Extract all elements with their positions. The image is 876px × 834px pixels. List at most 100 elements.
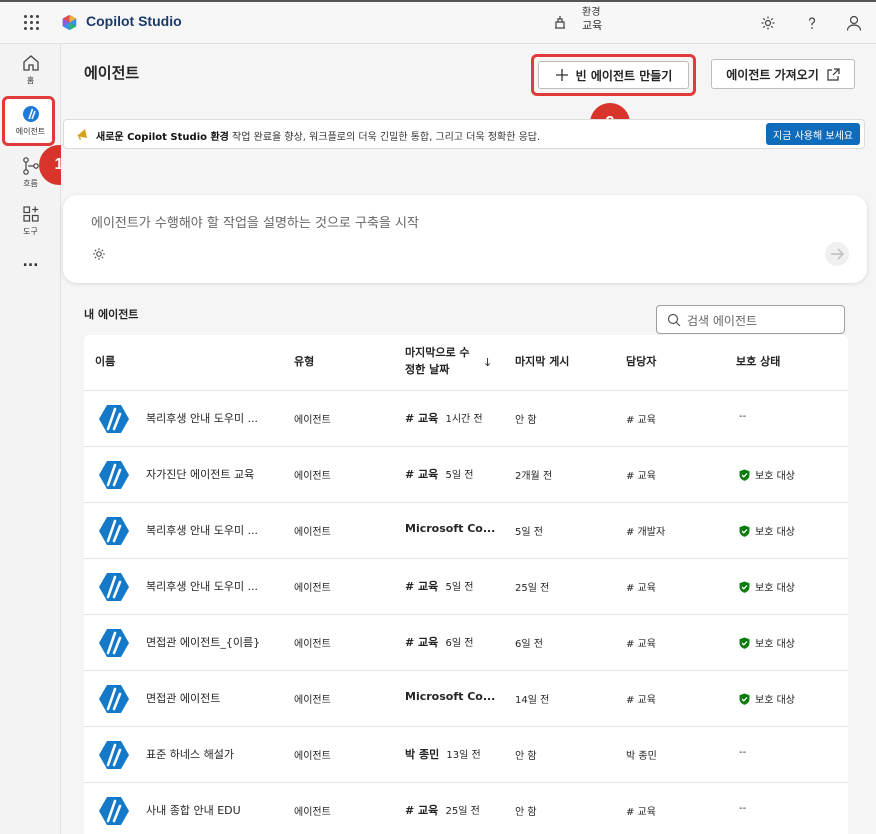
table-row-6[interactable]: 면접관 에이전트 에이전트 Microsoft Co... 14일 전 # 교육…: [84, 670, 848, 726]
agent-type: 에이전트: [294, 583, 331, 594]
table-row-7[interactable]: 표준 하네스 해설가 에이전트 박 종민 13일 전 안 함 박 종민 --: [84, 726, 848, 782]
agent-modified-time: 5일 전: [445, 470, 474, 481]
column-header-protection[interactable]: 보호 상태: [736, 353, 780, 370]
agent-owner: # 교육: [626, 807, 656, 818]
new-agent-button[interactable]: 빈 에이전트 만들기: [538, 61, 689, 89]
agent-name-link[interactable]: 표준 하네스 해설가: [146, 746, 234, 762]
agent-modified-by: # 교육: [405, 804, 439, 817]
agent-protection: 보호 대상: [739, 691, 795, 706]
column-header-published[interactable]: 마지막 게시: [515, 353, 569, 370]
table-row-8[interactable]: 사내 종합 안내 EDU 에이전트 # 교육 25일 전 안 함 # 교육 --: [84, 782, 848, 834]
protection-label: 보호 대상: [755, 527, 795, 538]
agent-avatar-icon: [99, 405, 129, 433]
agent-prompt-box[interactable]: 에이전트가 수행해야 할 작업을 설명하는 것으로 구축을 시작: [63, 195, 867, 283]
main-content: 에이전트 빈 에이전트 만들기 에이전트 가져오기 2 새로운 Copilot …: [61, 44, 876, 834]
settings-icon[interactable]: [91, 246, 107, 262]
agent-avatar-icon: [99, 741, 129, 769]
column-header-name[interactable]: 이름: [95, 353, 115, 370]
agent-modified-time: 13일 전: [446, 750, 481, 761]
gear-icon[interactable]: [759, 14, 777, 32]
agent-owner: # 교육: [626, 695, 656, 706]
agent-modified-time: 25일 전: [445, 806, 480, 817]
protection-label: 보호 대상: [755, 471, 795, 482]
megaphone-icon: [77, 129, 87, 140]
column-header-owner[interactable]: 담당자: [626, 353, 656, 370]
agent-avatar-icon: [99, 517, 129, 545]
search-agents-input[interactable]: 검색 에이전트: [656, 305, 845, 334]
table-row-3[interactable]: 복리후생 안내 도우미 ... 에이전트 Microsoft Co... 5일 …: [84, 502, 848, 558]
agent-avatar-icon: [99, 461, 129, 489]
agent-modified-by: # 교육: [405, 468, 439, 481]
rail-more-button[interactable]: ...: [0, 254, 61, 270]
agent-name-link[interactable]: 복리후생 안내 도우미 ...: [146, 522, 258, 538]
tools-icon: [22, 206, 39, 222]
agent-modified-time: 6일 전: [445, 638, 474, 649]
agent-modified: # 교육 6일 전: [405, 634, 473, 650]
agent-published: 안 함: [515, 415, 537, 426]
agent-modified-by: 박 종민: [405, 748, 440, 761]
protection-label: 보호 대상: [755, 639, 795, 650]
try-now-button[interactable]: 지금 사용해 보세요: [766, 123, 860, 145]
table-row-4[interactable]: 복리후생 안내 도우미 ... 에이전트 # 교육 5일 전 25일 전 # 교…: [84, 558, 848, 614]
agent-modified-by: Microsoft Co...: [405, 690, 496, 703]
rail-label-tools: 도구: [23, 227, 38, 236]
environment-picker[interactable]: 환경 교육: [582, 6, 602, 32]
table-row-5[interactable]: 면접관 에이전트_{이름} 에이전트 # 교육 6일 전 6일 전 # 교육 보…: [84, 614, 848, 670]
search-placeholder: 검색 에이전트: [687, 314, 758, 328]
column-header-modified[interactable]: 마지막으로 수 정한 날짜: [405, 344, 470, 378]
agent-modified-by: Microsoft Co...: [405, 522, 496, 535]
shield-check-icon: [739, 581, 750, 593]
import-agent-label: 에이전트 가져오기: [726, 67, 819, 82]
new-agent-label: 빈 에이전트 만들기: [575, 68, 673, 83]
agent-name-link[interactable]: 사내 종합 안내 EDU: [146, 802, 241, 818]
agent-avatar-icon: [99, 629, 129, 657]
environment-icon[interactable]: [552, 14, 568, 30]
agent-modified: 박 종민 13일 전: [405, 746, 481, 762]
rail-item-tools[interactable]: 도구: [0, 204, 61, 237]
agent-modified: # 교육 25일 전: [405, 802, 480, 818]
sort-descending-icon[interactable]: ↓: [483, 354, 492, 371]
new-agent-button-highlight: 빈 에이전트 만들기: [531, 54, 696, 96]
column-header-type[interactable]: 유형: [294, 353, 314, 370]
agent-avatar-icon: [99, 685, 129, 713]
import-agent-button[interactable]: 에이전트 가져오기: [711, 59, 855, 89]
agent-name-link[interactable]: 면접관 에이전트_{이름}: [146, 634, 260, 650]
app-title[interactable]: Copilot Studio: [86, 13, 182, 29]
banner-text: 새로운 Copilot Studio 환경 작업 완료율 향상, 워크플로의 더…: [96, 128, 540, 143]
agent-modified-by: # 교육: [405, 412, 439, 425]
send-arrow-icon[interactable]: [824, 241, 850, 267]
home-icon: [22, 55, 39, 71]
agent-name-link[interactable]: 복리후생 안내 도우미 ...: [146, 578, 258, 594]
column-header-modified-line1: 마지막으로 수: [405, 346, 470, 359]
agent-protection: 보호 대상: [739, 579, 795, 594]
agent-owner: # 교육: [626, 415, 656, 426]
agents-table: 이름 유형 마지막으로 수 정한 날짜 ↓ 마지막 게시 담당자 보호 상태 복…: [84, 335, 848, 834]
app-launcher-icon[interactable]: [22, 13, 40, 31]
rail-label-flows: 흐름: [23, 179, 38, 188]
agent-published: 2개월 전: [515, 471, 553, 482]
agent-name-link[interactable]: 자가진단 에이전트 교육: [146, 466, 254, 482]
flow-icon: [22, 157, 39, 175]
agent-owner: # 교육: [626, 639, 656, 650]
agent-type: 에이전트: [294, 639, 331, 650]
agent-modified: # 교육 5일 전: [405, 578, 473, 594]
agent-modified-time: 5일 전: [445, 582, 474, 593]
agent-modified-time: 1시간 전: [445, 414, 483, 425]
user-profile-icon[interactable]: [845, 14, 863, 32]
agent-published: 안 함: [515, 751, 537, 762]
help-icon[interactable]: [803, 14, 821, 32]
agent-owner: 박 종민: [626, 751, 657, 762]
shield-check-icon: [739, 469, 750, 481]
my-agents-title: 내 에이전트: [84, 308, 139, 321]
table-row-2[interactable]: 자가진단 에이전트 교육 에이전트 # 교육 5일 전 2개월 전 # 교육 보…: [84, 446, 848, 502]
agent-type: 에이전트: [294, 807, 331, 818]
table-row-1[interactable]: 복리후생 안내 도우미 ... 에이전트 # 교육 1시간 전 안 함 # 교육…: [84, 390, 848, 446]
external-link-icon: [827, 67, 840, 81]
protection-label: 보호 대상: [755, 695, 795, 706]
agent-name-link[interactable]: 면접관 에이전트: [146, 690, 220, 706]
agent-name-link[interactable]: 복리후생 안내 도우미 ...: [146, 410, 258, 426]
rail-item-agents[interactable]: 에이전트: [0, 104, 61, 137]
rail-item-home[interactable]: 홈: [0, 53, 61, 86]
agent-type: 에이전트: [294, 415, 331, 426]
agent-modified: Microsoft Co...: [405, 522, 499, 535]
